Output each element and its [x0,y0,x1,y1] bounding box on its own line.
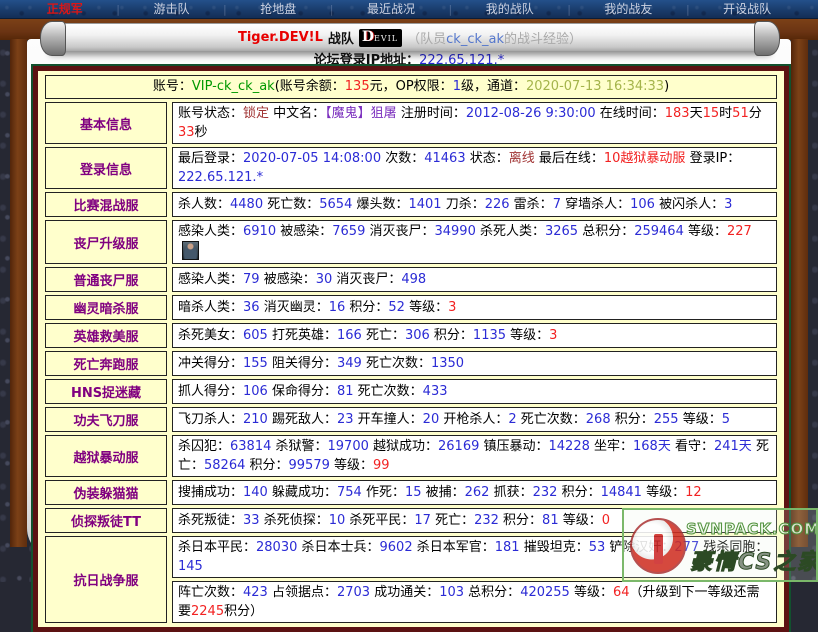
wood-frame-right [791,39,808,547]
server-label-cell: 侦探叛徒TT [45,508,167,533]
nav-divider: | [567,3,571,16]
devil-logo-icon: DEVIL [359,29,402,47]
server-stats-cell: 阵亡次数：423 占领据点：2703 成功通关：103 总积分：420255 等… [172,581,777,623]
stats-row: 丧尸升级服感染人类：6910 被感染：7659 消灭丧尸：34990 杀死人类：… [45,220,777,264]
nav-divider: | [330,3,334,16]
team-name-english: Tiger.DEV!L [238,30,323,45]
nav-item-5[interactable]: 我的战队 [486,0,534,19]
banner-subtitle: （队员ck_ck_ak的战斗经验） [407,28,582,47]
server-label-cell: 越狱暴动服 [45,435,167,477]
server-label-cell: 英雄救美服 [45,323,167,348]
server-label-cell: 丧尸升级服 [45,220,167,264]
nav-item-3[interactable]: 抢地盘 [260,0,296,19]
stats-row: 伪装躲猫猫搜捕成功：140 躲藏成功：754 作死：15 被捕：262 抓获：2… [45,480,777,505]
watermark-logo-icon [630,518,686,574]
top-navbar: 正规军 | 游击队 | 抢地盘 | 最近战况 | 我的战队 | 我的战友 | 开设战队 [0,0,818,19]
server-label-cell: HNS捉迷藏 [45,379,167,404]
stats-row: 英雄救美服杀死美女：605 打死英雄：166 死亡：306 积分：1135 等级… [45,323,777,348]
server-label-cell: 登录信息 [45,147,167,189]
server-label-cell: 比赛混战服 [45,192,167,217]
server-stats-cell: 搜捕成功：140 躲藏成功：754 作死：15 被捕：262 抓获：232 积分… [172,480,777,505]
site-watermark: SVNPACK.COM 豪情CS之家 [622,508,818,582]
stats-row: 幽灵暗杀服暗杀人类：36 消灭幽灵：16 积分：52 等级：3 [45,295,777,320]
wood-frame-left [10,39,27,547]
server-label-cell: 抗日战争服 [45,536,167,623]
nav-divider: | [223,3,227,16]
server-stats-cell: 感染人类：6910 被感染：7659 消灭丧尸：34990 杀死人类：3265 … [172,220,777,264]
server-stats-cell: 冲关得分：155 阻关得分：349 死亡次数：1350 [172,351,777,376]
nav-divider: | [448,3,452,16]
stats-row: 登录信息最后登录：2020-07-05 14:08:00 次数：41463 状态… [45,147,777,189]
stats-row: 比赛混战服杀人数：4480 死亡数：5654 爆头数：1401 刀杀：226 雷… [45,192,777,217]
nav-item-2[interactable]: 游击队 [153,0,189,19]
server-label-cell: 功夫飞刀服 [45,407,167,432]
server-stats-cell: 抓人得分：106 保命得分：81 死亡次数：433 [172,379,777,404]
server-label-cell: 伪装躲猫猫 [45,480,167,505]
server-stats-cell: 杀人数：4480 死亡数：5654 爆头数：1401 刀杀：226 雷杀：7 穿… [172,192,777,217]
server-stats-cell: 暗杀人类：36 消灭幽灵：16 积分：52 等级：3 [172,295,777,320]
nav-item-1[interactable]: 正规军 [47,0,83,19]
server-stats-cell: 飞刀杀人：210 踢死敌人：23 开车撞人：20 开枪杀人：2 死亡次数：268… [172,407,777,432]
team-name-suffix: 战队 [328,28,354,47]
nav-divider: | [116,3,120,16]
stats-row: 功夫飞刀服飞刀杀人：210 踢死敌人：23 开车撞人：20 开枪杀人：2 死亡次… [45,407,777,432]
stats-row: 基本信息账号状态：锁定 中文名：【魔鬼】狙屠 注册时间：2012-08-26 9… [45,102,777,144]
nav-item-4[interactable]: 最近战况 [367,0,415,19]
server-stats-cell: 最后登录：2020-07-05 14:08:00 次数：41463 状态：离线 … [172,147,777,189]
watermark-brand-text: 豪情CS之家 [690,544,818,576]
server-label-cell: 死亡奔跑服 [45,351,167,376]
server-stats-cell: 账号状态：锁定 中文名：【魔鬼】狙屠 注册时间：2012-08-26 9:30:… [172,102,777,144]
nav-item-7[interactable]: 开设战队 [723,0,771,19]
team-banner: Tiger.DEV!L 战队 DEVIL （队员ck_ck_ak的战斗经验） [46,23,774,52]
watermark-site-text: SVNPACK.COM [686,520,818,538]
rank-avatar-icon [182,241,199,260]
stats-row: 死亡奔跑服冲关得分：155 阻关得分：349 死亡次数：1350 [45,351,777,376]
nav-divider: | [686,3,690,16]
stats-row: 普通丧尸服感染人类：79 被感染：30 消灭丧尸：498 [45,267,777,292]
server-label-cell: 基本信息 [45,102,167,144]
server-stats-cell: 感染人类：79 被感染：30 消灭丧尸：498 [172,267,777,292]
nav-item-6[interactable]: 我的战友 [604,0,652,19]
server-label-cell: 幽灵暗杀服 [45,295,167,320]
player-name: ck_ck_ak [446,32,504,47]
server-stats-cell: 杀囚犯：63814 杀狱警：19700 越狱成功：26169 镇压暴动：1422… [172,435,777,477]
server-stats-cell: 杀死美女：605 打死英雄：166 死亡：306 积分：1135 等级：3 [172,323,777,348]
stats-row: HNS捉迷藏抓人得分：106 保命得分：81 死亡次数：433 [45,379,777,404]
server-label-cell: 普通丧尸服 [45,267,167,292]
account-summary-cell: 账号：VIP-ck_ck_ak(账号余额：135元，OP权限：1级，通道：202… [45,75,777,99]
stats-row: 越狱暴动服杀囚犯：63814 杀狱警：19700 越狱成功：26169 镇压暴动… [45,435,777,477]
